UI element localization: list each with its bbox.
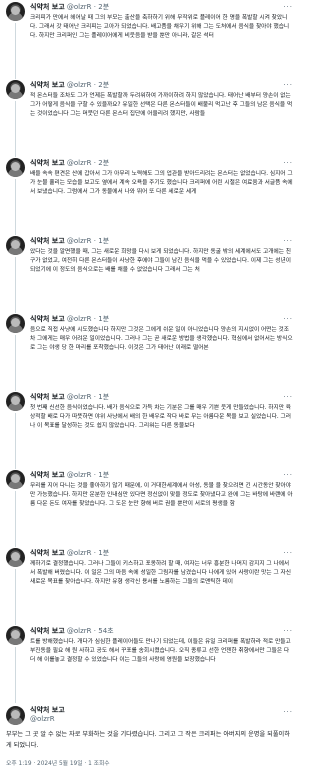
author-name[interactable]: 식약처 보고 xyxy=(30,3,65,11)
more-options-icon[interactable]: ··· xyxy=(283,549,293,557)
author-handle[interactable]: @olzrR xyxy=(30,715,55,723)
tweet-time[interactable]: 2분 xyxy=(98,81,109,89)
tweet-time-sep: · xyxy=(93,237,96,245)
avatar[interactable] xyxy=(6,392,25,411)
more-options-icon[interactable]: ··· xyxy=(283,159,293,167)
avatar[interactable] xyxy=(6,470,25,489)
tweet[interactable]: 식약처 보고 @olzrR · 1분 ··· 음으로 직접 사냥에 시도했습니다… xyxy=(0,314,301,391)
avatar[interactable] xyxy=(6,2,25,21)
author-handle[interactable]: @olzrR xyxy=(67,237,92,245)
thread-line xyxy=(15,413,16,469)
thread-line xyxy=(15,647,16,703)
avatar[interactable] xyxy=(6,548,25,567)
tweet-time-sep: · xyxy=(93,393,96,401)
tweet-time[interactable]: 1분 xyxy=(98,471,109,479)
thread-line xyxy=(15,23,16,79)
author-handle[interactable]: @olzrR xyxy=(67,549,92,557)
tweet-header: 식약처 보고 @olzrR · 1분 xyxy=(30,549,109,558)
tweet-time-sep: · xyxy=(93,3,96,11)
tweet-text: 께하기로 결정했습니다. 그러나 그들이 키스하고 포옹하려 할 때, 여자는 … xyxy=(30,561,291,585)
tweet[interactable]: 식약처 보고 @olzrR · 1분 ··· 께하기로 결정했습니다. 그러나 … xyxy=(0,548,301,625)
tweet-header: 식약처 보고 @olzrR · 1분 xyxy=(30,393,109,402)
tweet[interactable]: 식약처 보고 @olzrR · 1분 ··· 첫 번째 신선한 음식이었습니다.… xyxy=(0,392,301,469)
more-options-icon[interactable]: ··· xyxy=(283,81,293,89)
tweet-time[interactable]: 1분 xyxy=(98,237,109,245)
tweet-time-sep: · xyxy=(93,81,96,89)
thread-line xyxy=(15,569,16,625)
author-name[interactable]: 식약처 보고 xyxy=(30,81,65,89)
tweet-time[interactable]: 1분 xyxy=(98,393,109,401)
tweet[interactable]: 식약처 보고 @olzrR · 2분 ··· 배을 속속 편견은 산에 갑아서 … xyxy=(0,158,301,235)
more-options-icon[interactable]: ··· xyxy=(283,708,293,716)
thread-line xyxy=(15,257,16,313)
tweet-time[interactable]: 1분 xyxy=(98,315,109,323)
tweet-header: 식약처 보고 @olzrR · 1분 xyxy=(30,237,109,246)
tweet-text: 았다는 것을 알면했을 때, 그는 새로운 희망을 다시 보게 되었습니다. 하… xyxy=(30,249,291,273)
main-tweet-text: 부부는 그 곳 알 수 없는 자로 부화하는 것을 기다렸습니다. 그리고 그 … xyxy=(6,731,290,749)
avatar[interactable] xyxy=(6,80,25,99)
author-handle[interactable]: @olzrR xyxy=(67,627,92,635)
main-body: 부부는 그 곳 알 수 없는 자로 부화하는 것을 기다렸습니다. 그리고 그 … xyxy=(0,730,301,754)
more-options-icon[interactable]: ··· xyxy=(283,3,293,11)
author-handle[interactable]: @olzrR xyxy=(67,393,92,401)
author-handle[interactable]: @olzrR xyxy=(67,81,92,89)
tweet-header: 식약처 보고 @olzrR · 2분 xyxy=(30,159,109,168)
more-options-icon[interactable]: ··· xyxy=(283,237,293,245)
tweet-text: 배을 속속 편견은 산에 갑아서 그가 아무리 노력해도 그의 업관을 받아드리… xyxy=(30,171,293,195)
tweet-text: 트를 방해했습니다. 개다가 심심한 플레이어들도 만나기 되었는데, 이들은 … xyxy=(30,639,291,663)
avatar[interactable] xyxy=(6,314,25,333)
author-name[interactable]: 식약처 보고 xyxy=(30,159,65,167)
tweet[interactable]: 식약처 보고 @olzrR · 54초 ··· 트를 방해했습니다. 개다가 심심한… xyxy=(0,626,301,703)
author-handle[interactable]: @olzrR xyxy=(67,159,92,167)
avatar[interactable] xyxy=(6,626,25,645)
more-options-icon[interactable]: ··· xyxy=(283,393,293,401)
tweet-time[interactable]: 2분 xyxy=(98,159,109,167)
tweet-header: 식약처 보고 @olzrR · 54초 xyxy=(30,627,114,636)
author-name[interactable]: 식약처 보고 xyxy=(30,706,65,714)
thread-line xyxy=(15,101,16,157)
more-options-icon[interactable]: ··· xyxy=(283,315,293,323)
tweet-time-sep: · xyxy=(93,549,96,557)
author-handle[interactable]: @olzrR xyxy=(67,471,92,479)
author-name[interactable]: 식약처 보고 xyxy=(30,471,65,479)
tweet[interactable]: 식약처 보고 @olzrR · 1분 ··· 았다는 것을 알면했을 때, 그는… xyxy=(0,236,301,313)
author-name[interactable]: 식약처 보고 xyxy=(30,627,65,635)
tweet-text: 크리피가 만에서 헤어날 때 그의 부모는 출산을 축하하기 위해 무작위로 플… xyxy=(30,15,290,39)
tweet-text: 음으로 직접 사냥에 시도했습니다 하지만 그것은 그에게 쉬운 일이 아니었습… xyxy=(30,327,293,351)
tweet-header: 식약처 보고 @olzrR · 2분 xyxy=(30,81,109,90)
author-name[interactable]: 식약처 보고 xyxy=(30,549,65,557)
author-name[interactable]: 식약처 보고 xyxy=(30,393,65,401)
tweet-time-sep: · xyxy=(93,159,96,167)
tweet-time[interactable]: 2분 xyxy=(98,3,109,11)
more-options-icon[interactable]: ··· xyxy=(283,627,293,635)
author-handle[interactable]: @olzrR xyxy=(67,315,92,323)
thread-line xyxy=(15,179,16,235)
tweet-header: 식약처 보고 @olzrR · 2분 xyxy=(30,3,109,12)
more-options-icon[interactable]: ··· xyxy=(283,471,293,479)
tweet[interactable]: 식약처 보고 @olzrR · 1분 ··· 무리를 지어 다니는 것을 좋아하… xyxy=(0,470,301,547)
tweet-header: 식약처 보고 @olzrR · 1분 xyxy=(30,471,109,480)
tweet-header: 식약처 보고 @olzrR · 1분 xyxy=(30,315,109,324)
tweet-time-sep: · xyxy=(93,471,96,479)
avatar[interactable] xyxy=(6,158,25,177)
tweet-text: 적 몬스터들 조차도 그가 언제든 폭발할까 두려워하여 가까이하려 하지 않았… xyxy=(30,93,293,117)
tweet[interactable]: 식약처 보고 @olzrR · 2분 ··· 적 몬스터들 조차도 그가 언제든… xyxy=(0,80,301,157)
tweet-timestamp[interactable]: 오후 1:19 · 2024년 5월 19일 · 1 조회수 xyxy=(6,758,110,767)
avatar[interactable] xyxy=(6,236,25,255)
tweet[interactable]: 식약처 보고 @olzrR · 2분 ··· 크리피가 만에서 헤어날 때 그의… xyxy=(0,2,301,79)
tweet-text: 첫 번째 신선한 음식이었습니다. 배가 음식으로 가득 차는 기분은 그를 매… xyxy=(30,405,291,429)
author-name[interactable]: 식약처 보고 xyxy=(30,315,65,323)
tweet-time-sep: · xyxy=(93,627,96,635)
main-meta-wrap: 오후 1:19 · 2024년 5월 19일 · 1 조회수 xyxy=(0,758,301,770)
author-handle[interactable]: @olzrR xyxy=(67,3,92,11)
tweet-time[interactable]: 54초 xyxy=(98,627,113,635)
tweet-text: 무리를 지어 다니는 것을 좋아하기 않기 때문에, 이 거대한세계에서 아성,… xyxy=(30,483,293,507)
main-header: 식약처 보고 @olzrR xyxy=(30,706,65,724)
author-name[interactable]: 식약처 보고 xyxy=(30,237,65,245)
avatar[interactable] xyxy=(6,706,25,725)
thread-line xyxy=(15,335,16,391)
tweet-time-sep: · xyxy=(93,315,96,323)
tweet-time[interactable]: 1분 xyxy=(98,549,109,557)
thread-line xyxy=(15,491,16,547)
